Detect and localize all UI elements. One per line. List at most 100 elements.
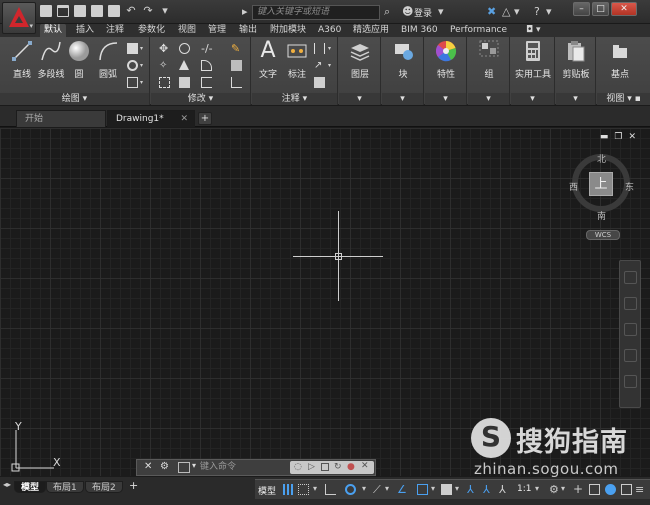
layers-button[interactable]: 图层 xyxy=(343,40,377,80)
snap-icon[interactable] xyxy=(298,484,309,495)
layout-nav-icon[interactable]: ◂▸ xyxy=(3,480,11,489)
steering-wheel-icon[interactable] xyxy=(624,271,637,284)
block-panel-title[interactable]: ▾ xyxy=(382,93,423,105)
recent-command-icon[interactable]: ◌ xyxy=(294,462,302,472)
snap-dropdown-icon[interactable]: ▾ xyxy=(313,484,324,495)
workspace-dropdown-icon[interactable]: ▾ xyxy=(561,484,572,495)
command-history-icon[interactable] xyxy=(178,462,190,473)
base-point-button[interactable]: 基点 xyxy=(603,40,637,80)
annotation-scale-value[interactable]: 1:1 xyxy=(517,484,531,494)
tab-layout2[interactable]: 布局2 xyxy=(85,481,123,493)
text-button[interactable]: A 文字 xyxy=(256,40,280,81)
isolate-objects-icon[interactable] xyxy=(605,484,616,495)
annotation-panel-title[interactable]: 注释 ▾ xyxy=(252,93,337,105)
hatch-icon[interactable] xyxy=(127,60,138,71)
autodesk-a360-icon[interactable]: △ xyxy=(502,6,510,18)
application-menu-button[interactable]: ▾ xyxy=(2,2,36,34)
maximize-button[interactable]: □ xyxy=(592,2,609,16)
tab-bim360[interactable]: BIM 360 xyxy=(397,24,442,37)
new-file-icon[interactable] xyxy=(40,5,52,17)
customization-icon[interactable]: ≡ xyxy=(635,484,646,495)
save-icon[interactable] xyxy=(74,5,86,17)
close-tab-icon[interactable]: ✕ xyxy=(180,111,188,127)
ortho-icon[interactable] xyxy=(325,484,336,495)
redo-icon[interactable]: ↷ xyxy=(142,5,154,17)
polar-dropdown-icon[interactable]: ▾ xyxy=(362,484,373,495)
compass-east[interactable]: 东 xyxy=(625,180,634,193)
viewport-close-icon[interactable]: ✕ xyxy=(628,132,636,142)
tab-home[interactable]: 默认 xyxy=(40,24,67,37)
zoom-extents-icon[interactable] xyxy=(624,323,637,336)
lineweight-icon[interactable] xyxy=(441,484,452,495)
undo-icon[interactable]: ↶ xyxy=(125,5,137,17)
showmotion-icon[interactable] xyxy=(624,375,637,388)
explode-icon[interactable] xyxy=(231,60,242,71)
dimension-button[interactable]: 标注 xyxy=(284,40,310,80)
properties-button[interactable]: 特性 xyxy=(429,40,463,80)
command-input[interactable]: 键入命令 xyxy=(200,461,290,474)
annotation-visibility-icon[interactable]: ⅄ xyxy=(467,484,478,495)
close-button[interactable]: ✕ xyxy=(611,2,637,16)
units-icon[interactable] xyxy=(589,484,600,495)
tab-annotate[interactable]: 注释 xyxy=(102,24,128,37)
annotation-monitor-icon[interactable]: + xyxy=(573,483,584,495)
tab-model[interactable]: 模型 xyxy=(14,481,47,493)
grid-icon[interactable] xyxy=(283,484,294,495)
tab-featured-apps[interactable]: 精选应用 xyxy=(349,24,393,37)
login-button[interactable]: 登录 xyxy=(414,6,432,19)
array-icon[interactable] xyxy=(201,77,212,88)
iso-dropdown-icon[interactable]: ▾ xyxy=(385,484,396,495)
orbit-icon[interactable] xyxy=(624,349,637,362)
compass-west[interactable]: 西 xyxy=(569,180,578,193)
add-layout-icon[interactable]: + xyxy=(129,479,138,492)
workspace-gear-icon[interactable]: ⚙ xyxy=(549,484,560,495)
paste-button[interactable]: 剪贴板 xyxy=(558,40,594,80)
search-toggle-icon[interactable]: ▸ xyxy=(242,6,248,18)
line-button[interactable]: 直线 xyxy=(8,40,36,80)
clean-screen-icon[interactable] xyxy=(621,484,632,495)
properties-panel-title[interactable]: ▾ xyxy=(425,93,466,105)
viewcube-top-face[interactable]: 上 xyxy=(589,172,613,196)
scale-icon[interactable] xyxy=(179,77,190,88)
mirror-icon[interactable] xyxy=(179,60,189,70)
model-space-button[interactable]: 模型 xyxy=(258,484,276,497)
group-button[interactable]: 组 xyxy=(472,40,506,80)
action-record-icon[interactable]: ● xyxy=(347,462,355,472)
search-input[interactable]: 键入关键字或短语 xyxy=(252,5,380,20)
open-file-icon[interactable] xyxy=(57,5,69,17)
rectangle-icon[interactable] xyxy=(127,43,138,54)
tab-manage[interactable]: 管理 xyxy=(204,24,230,37)
search-icon[interactable]: ⌕ xyxy=(384,6,390,18)
tab-insert[interactable]: 插入 xyxy=(72,24,98,37)
groups-panel-title[interactable]: ▾ xyxy=(468,93,509,105)
help-dropdown-icon[interactable]: ▾ xyxy=(546,6,552,18)
tab-parametric[interactable]: 参数化 xyxy=(134,24,169,37)
new-tab-button[interactable]: + xyxy=(198,112,212,125)
command-close-icon[interactable]: ✕ xyxy=(144,461,152,472)
leader-icon[interactable]: ↗ xyxy=(314,60,325,71)
annotation-scale-icon[interactable]: ⅄ xyxy=(499,484,510,495)
stop-icon[interactable] xyxy=(321,463,329,471)
layers-panel-title[interactable]: ▾ xyxy=(339,93,380,105)
qat-dropdown-icon[interactable]: ▾ xyxy=(159,5,171,17)
object-snap-icon[interactable] xyxy=(417,484,428,495)
clipboard-panel-title[interactable]: ▾ xyxy=(556,93,595,105)
tab-performance[interactable]: Performance xyxy=(446,24,511,37)
command-dropdown-icon[interactable]: ▾ xyxy=(192,461,196,470)
block-button[interactable]: 块 xyxy=(386,40,420,80)
table-icon[interactable] xyxy=(314,77,325,88)
login-dropdown-icon[interactable]: ▾ xyxy=(438,6,444,18)
viewport-minimize-icon[interactable]: ▬ xyxy=(600,132,609,142)
fillet-icon[interactable] xyxy=(201,60,212,71)
exchange-icon[interactable]: ✖ xyxy=(487,6,496,18)
polyline-button[interactable]: 多段线 xyxy=(36,40,66,80)
erase-icon[interactable]: ✎ xyxy=(231,43,242,54)
object-snap-tracking-icon[interactable]: ∠ xyxy=(397,484,408,495)
lw-dropdown-icon[interactable]: ▾ xyxy=(455,484,466,495)
refresh-icon[interactable]: ↻ xyxy=(334,462,342,472)
trim-icon[interactable]: -/- xyxy=(201,43,213,54)
scale-dropdown-icon[interactable]: ▾ xyxy=(535,484,546,495)
print-icon[interactable] xyxy=(108,5,120,17)
utilities-panel-title[interactable]: ▾ xyxy=(511,93,554,105)
offset-icon[interactable] xyxy=(231,77,242,88)
